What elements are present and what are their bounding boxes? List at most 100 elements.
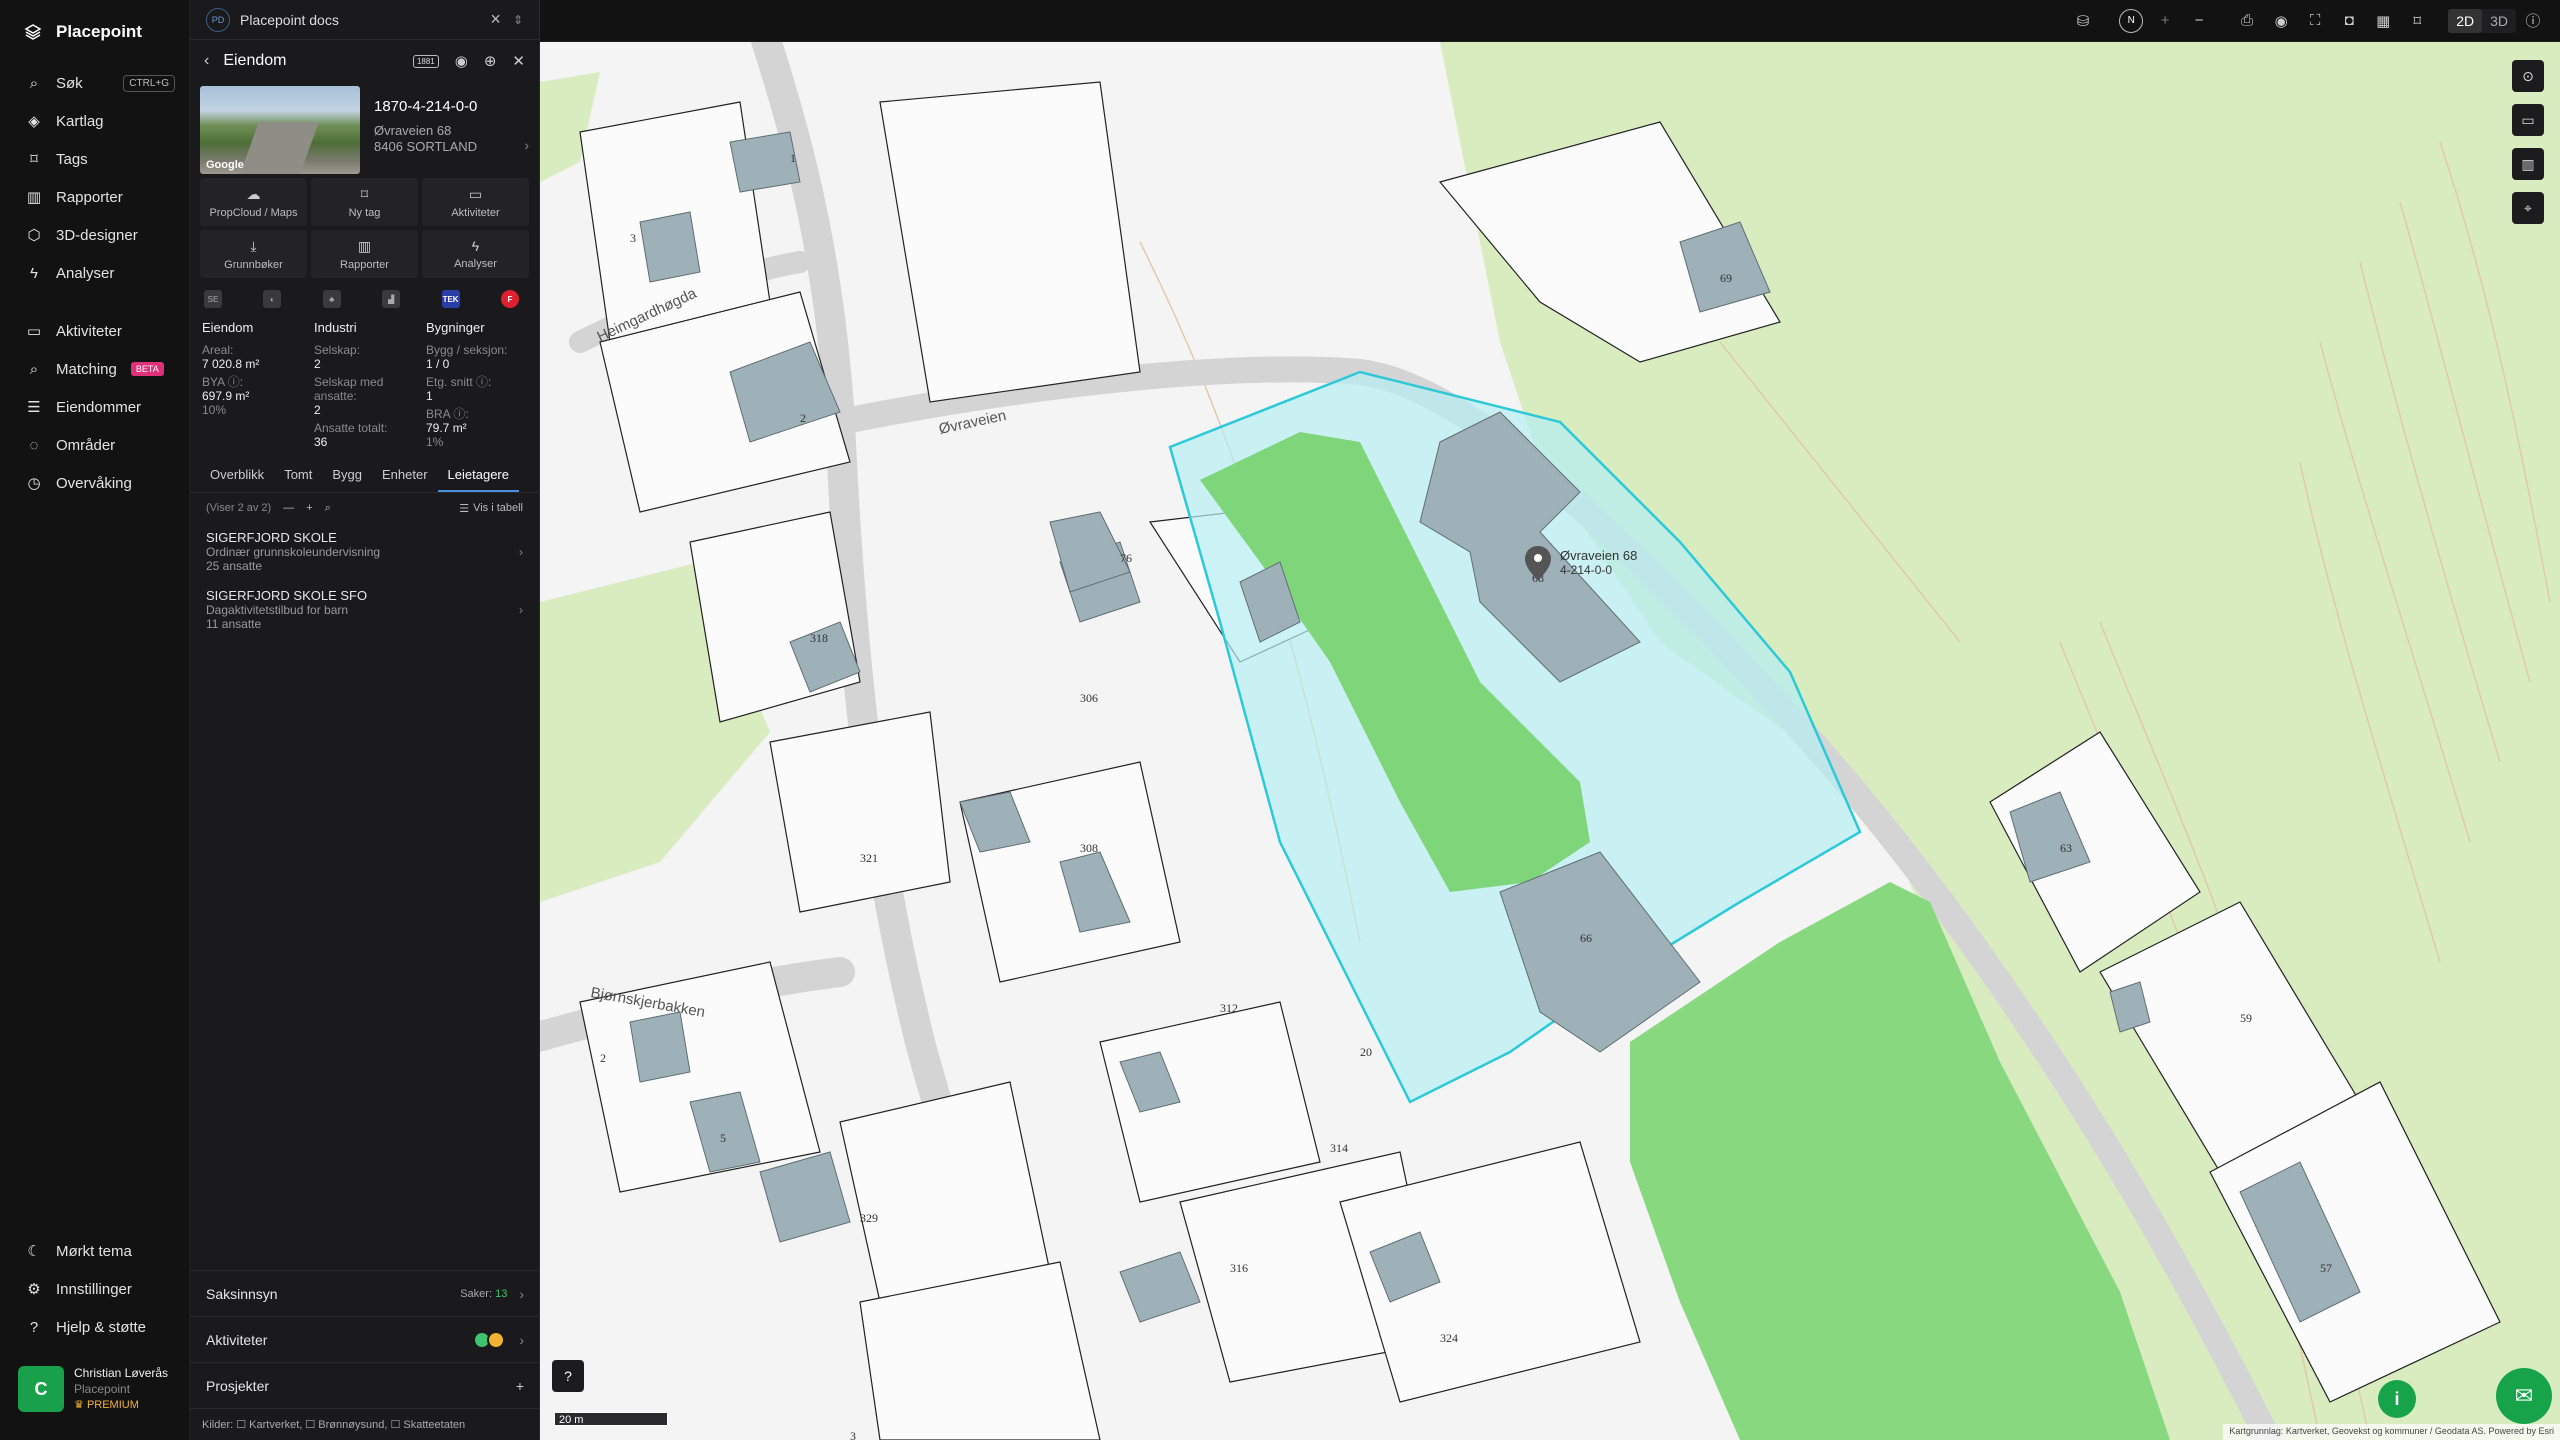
minus-icon[interactable]: — [283,502,294,514]
table-icon[interactable]: ☰ [459,502,469,515]
nav-item-innstillinger[interactable]: ⚙ Innstillinger [0,1270,190,1308]
back-icon[interactable]: ‹ [204,52,209,70]
nav-item-eiendommer[interactable]: ☰ Eiendommer [0,388,189,426]
eye-icon[interactable]: ◉ [455,52,468,70]
map-tool-draw-icon[interactable]: ⌖ [2512,192,2544,224]
map-tool-chart-icon[interactable]: ▥ [2512,148,2544,180]
zoom-out-icon[interactable]: − [2182,4,2216,38]
nav-item-label: Analyser [56,264,115,282]
badge-1881[interactable]: 1881 [412,54,439,68]
house-number: 63 [2060,841,2072,855]
grid-icon[interactable]: ▦ [2366,4,2400,38]
source-globe-icon[interactable]: ◐ [263,290,282,308]
info-fab-icon[interactable]: i [2378,1380,2416,1418]
action-grunnbøker[interactable]: ⤓ Grunnbøker [200,230,307,278]
beta-badge: BETA [130,362,164,376]
nav-item-aktiviteter[interactable]: ▭ Aktiviteter [0,312,189,350]
tab-bygg[interactable]: Bygg [322,467,372,492]
action-propcloud-maps[interactable]: ☁ PropCloud / Maps [200,178,307,226]
tab-leietagere[interactable]: Leietagere [437,467,519,492]
nav-item-matching[interactable]: ⌕ Matching BETA [0,350,189,388]
chevron-right-icon[interactable]: › [524,137,529,153]
source-bars-icon[interactable]: ▟ [382,290,401,308]
action-ny-tag[interactable]: ⌑ Ny tag [311,178,418,226]
nav-item-3d-designer[interactable]: ⬡ 3D-designer [0,216,189,254]
saksinnsyn-label: Saksinnsyn [206,1285,278,1302]
source-plant-icon[interactable]: ♣ [322,290,341,308]
chat-fab-icon[interactable]: ✉ [2496,1368,2552,1424]
source-f-icon[interactable]: F [500,290,519,308]
doc-title[interactable]: Placepoint docs [240,12,339,28]
user-profile[interactable]: C Christian Løverås Placepoint ♛ PREMIUM [0,1354,190,1424]
list-item[interactable]: SIGERFJORD SKOLE SFO Dagaktivitetstilbud … [206,581,523,639]
map-canvas[interactable]: Øvraveien Heimgardhøgda Bjørnskjerbakken… [540,42,2560,1440]
vis-i-tabell-button[interactable]: Vis i tabell [473,502,523,514]
add-project-icon[interactable]: + [516,1378,524,1394]
info-icon[interactable]: ⓘ [2516,4,2550,38]
action-analyser[interactable]: ϟ Analyser [422,230,529,278]
nav-item-overvåking[interactable]: ◷ Overvåking [0,464,189,502]
print-icon[interactable]: ⎙ [2230,4,2264,38]
map-tool-measure-icon[interactable]: ▭ [2512,104,2544,136]
nav-item-label: Områder [56,436,116,454]
action-label: PropCloud / Maps [209,206,298,219]
fullscreen-icon[interactable]: ⛶ [2298,4,2332,38]
tenant-emp: 11 ansatte [206,617,262,631]
nav-item-områder[interactable]: ◌ Områder [0,426,189,464]
tab-enheter[interactable]: Enheter [372,467,438,492]
map-help-icon[interactable]: ? [552,1360,584,1392]
tab-overblikk[interactable]: Overblikk [200,467,274,492]
nav-item-mørkt-tema[interactable]: ☾ Mørkt tema [0,1232,190,1270]
close-panel-icon[interactable]: ✕ [512,52,525,70]
nav-item-kartlag[interactable]: ◈ Kartlag [0,102,189,140]
action-aktiviteter[interactable]: ▭ Aktiviteter [422,178,529,226]
saker-value: 13 [495,1287,508,1300]
map-tool-select-icon[interactable]: ⊙ [2512,60,2544,92]
nav-item-rapporter[interactable]: ▥ Rapporter [0,178,189,216]
aktiviteter-section[interactable]: Aktiviteter › [190,1316,540,1362]
chat-icon: ▭ [26,323,42,340]
source-tek-icon[interactable]: TEK [441,290,460,308]
stat-bya-label: BYA ⓘ: [202,375,244,389]
stat-bya: 697.9 m² [202,389,250,403]
stat-etg-label: Etg. snitt ⓘ: [426,375,492,389]
scale-bar: 20 m [554,1412,668,1426]
saksinnsyn-section[interactable]: Saksinnsyn Saker: 13 › [190,1270,540,1316]
mode-2d-button[interactable]: 2D [2448,8,2483,33]
street-view-photo[interactable]: Google [200,86,360,174]
action-rapporter[interactable]: ▥ Rapporter [311,230,418,278]
action-label: Grunnbøker [224,258,283,271]
search-icon[interactable]: ⌕ [325,502,331,515]
user-plan: ♛ PREMIUM [74,1397,168,1413]
brand[interactable]: Placepoint [0,0,189,64]
expand-icon[interactable]: ⇕ [513,13,523,27]
nav-item-label: Mørkt tema [56,1242,132,1260]
bookmark-icon[interactable]: ⌑ [2400,4,2434,38]
zoom-in-icon[interactable]: + [2148,4,2182,38]
source-se-icon[interactable]: SE [204,290,222,308]
nav-item-hjelp-støtte[interactable]: ? Hjelp & støtte [0,1308,190,1346]
layers-stack-icon[interactable]: ⛁ [2066,4,2100,38]
user-name: Christian Løverås [74,1366,169,1380]
eye-icon[interactable]: ◉ [2264,4,2298,38]
compass-button[interactable]: N [2114,4,2148,38]
target-icon[interactable]: ⊕ [484,52,497,70]
list-item[interactable]: SIGERFJORD SKOLE Ordinær grunnskoleunderv… [206,523,523,581]
house-number: 3 [630,231,636,245]
nav-item-søk[interactable]: ⌕ Søk CTRL+G [0,64,189,102]
property-card[interactable]: Google 1870-4-214-0-0 Øvraveien 68 8406 … [190,82,539,178]
house-number: 2 [600,1051,606,1065]
tab-tomt[interactable]: Tomt [274,467,322,492]
prosjekter-section[interactable]: Prosjekter + [190,1362,540,1408]
house-number: 66 [1580,931,1592,945]
nav-item-tags[interactable]: ⌑ Tags [0,140,189,178]
mode-3d-button[interactable]: 3D [2482,9,2516,33]
camera-icon[interactable]: ◘ [2332,4,2366,38]
map-svg[interactable]: Øvraveien Heimgardhøgda Bjørnskjerbakken… [540,42,2560,1440]
close-icon[interactable]: × [490,9,501,30]
plus-icon[interactable]: + [306,502,312,514]
nav-item-label: Søk [56,74,83,92]
nav-item-analyser[interactable]: ϟ Analyser [0,254,189,292]
chat-icon: ▭ [468,185,483,202]
house-number: 76 [1120,551,1132,565]
